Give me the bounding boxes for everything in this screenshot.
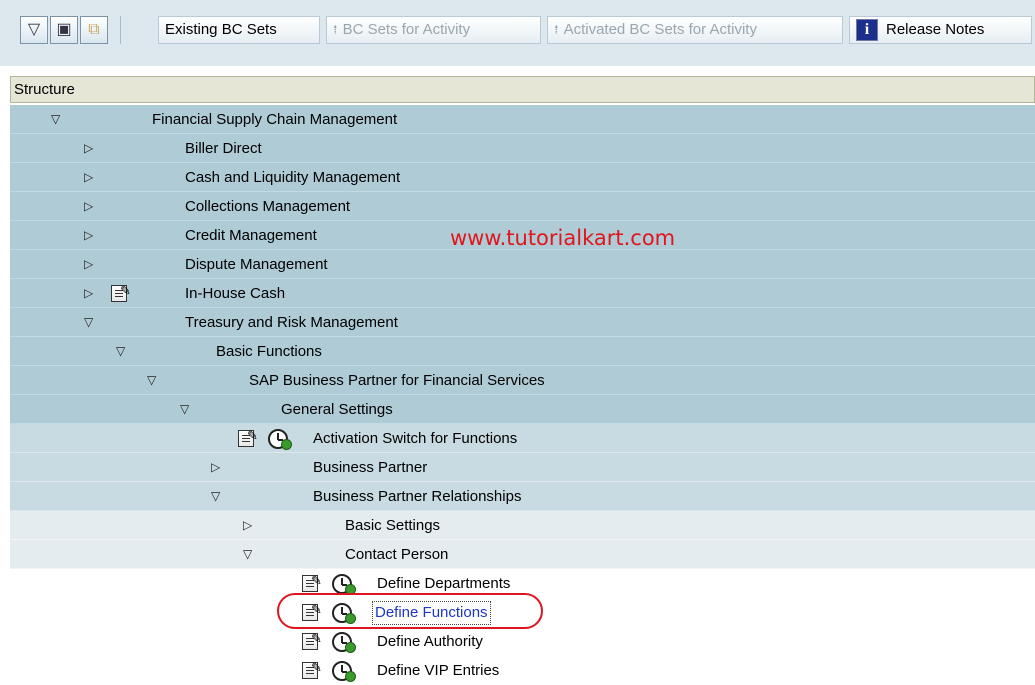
tree-row[interactable]: ▷ Cash and Liquidity Management: [10, 163, 1035, 192]
tree-row-label: Dispute Management: [185, 256, 328, 273]
tree-row-label: Credit Management: [185, 227, 317, 244]
tree-row[interactable]: Activation Switch for Functions: [10, 424, 1035, 453]
tree-row-label: Financial Supply Chain Management: [152, 111, 398, 128]
collapsed-triangle-icon[interactable]: ▷: [84, 163, 93, 192]
existing-bc-sets-button[interactable]: Existing BC Sets: [158, 16, 320, 44]
tree-row-label: Basic Functions: [216, 343, 322, 360]
expanded-triangle-icon[interactable]: ▽: [180, 395, 189, 424]
tree-row-label: Define Authority: [377, 633, 483, 650]
tree-row-label: Basic Settings: [345, 517, 441, 534]
activated-bc-sets-label: Activated BC Sets for Activity: [563, 21, 757, 38]
tree-row[interactable]: ▽ Treasury and Risk Management: [10, 308, 1035, 337]
collapsed-triangle-icon[interactable]: ▷: [211, 453, 220, 482]
collapsed-triangle-icon[interactable]: ▷: [84, 221, 93, 250]
tree-row[interactable]: ▷ Dispute Management: [10, 250, 1035, 279]
tree-row-label: Cash and Liquidity Management: [185, 169, 401, 186]
execute-check-icon: [345, 642, 356, 653]
tree-row[interactable]: ▽ Financial Supply Chain Management: [10, 105, 1035, 134]
collapsed-triangle-icon[interactable]: ▷: [84, 279, 93, 308]
copy-icon[interactable]: ⧉: [80, 16, 108, 44]
tree-row[interactable]: ▷ Basic Settings: [10, 511, 1035, 540]
release-notes-button[interactable]: i Release Notes: [849, 16, 1032, 44]
tree-row[interactable]: ▽ General Settings: [10, 395, 1035, 424]
expanded-triangle-icon[interactable]: ▽: [51, 105, 60, 134]
release-notes-label: Release Notes: [886, 21, 985, 38]
tree-row-label: SAP Business Partner for Financial Servi…: [249, 372, 545, 389]
tree-row[interactable]: Define VIP Entries: [10, 656, 1035, 685]
documentation-icon[interactable]: [302, 574, 322, 592]
tree-row-label: Contact Person: [345, 546, 449, 563]
expanded-triangle-icon[interactable]: ▽: [211, 482, 220, 511]
tree-row[interactable]: ▷ Biller Direct: [10, 134, 1035, 163]
tree-row-label: Biller Direct: [185, 140, 262, 157]
documentation-icon[interactable]: [111, 284, 131, 302]
expanded-triangle-icon[interactable]: ▽: [147, 366, 156, 395]
activated-bc-sets-button[interactable]: ⭫ Activated BC Sets for Activity: [547, 16, 843, 44]
documentation-icon[interactable]: [238, 429, 258, 447]
tree-row-label: Define VIP Entries: [377, 662, 500, 679]
tree-row[interactable]: ▽ SAP Business Partner for Financial Ser…: [10, 366, 1035, 395]
tree-row-label: Activation Switch for Functions: [313, 430, 518, 447]
tree-row[interactable]: ▽ Business Partner Relationships: [10, 482, 1035, 511]
documentation-icon[interactable]: [302, 632, 322, 650]
execute-check-icon: [281, 439, 292, 450]
expand-subtree-icon[interactable]: ▽: [20, 16, 48, 44]
bc-sets-for-activity-label: BC Sets for Activity: [342, 21, 471, 38]
documentation-icon[interactable]: [302, 661, 322, 679]
expanded-triangle-icon[interactable]: ▽: [84, 308, 93, 337]
tree-row-label: Business Partner Relationships: [313, 488, 522, 505]
tree-row-label: In-House Cash: [185, 285, 286, 302]
tree-row[interactable]: Define Authority: [10, 627, 1035, 656]
tree-row[interactable]: ▷ Business Partner: [10, 453, 1035, 482]
execute-check-icon: [345, 671, 356, 682]
info-icon: i: [856, 19, 878, 42]
bc-set-icon[interactable]: ▣: [50, 16, 78, 44]
tree-row-label: Treasury and Risk Management: [185, 314, 398, 331]
collapsed-triangle-icon[interactable]: ▷: [84, 192, 93, 221]
tree-row-label: Business Partner: [313, 459, 428, 476]
structure-tree: Structure ▽ Financial Supply Chain Manag…: [10, 76, 1035, 685]
collapsed-triangle-icon[interactable]: ▷: [84, 134, 93, 163]
tree-row-label: Collections Management: [185, 198, 351, 215]
watermark-text: www.tutorialkart.com: [450, 226, 676, 250]
tree-row[interactable]: ▽ Contact Person: [10, 540, 1035, 569]
activated-bc-set-pair-icon: ⭫: [554, 22, 559, 37]
expanded-triangle-icon[interactable]: ▽: [116, 337, 125, 366]
toolbar-separator: [120, 16, 121, 44]
application-toolbar: ▽ ▣ ⧉ Existing BC Sets ⭫ BC Sets for Acti…: [0, 0, 1035, 66]
tree-row[interactable]: ▽ Basic Functions: [10, 337, 1035, 366]
structure-header: Structure: [10, 76, 1035, 103]
tree-row[interactable]: ▷ Collections Management: [10, 192, 1035, 221]
expanded-triangle-icon[interactable]: ▽: [243, 540, 252, 569]
collapsed-triangle-icon[interactable]: ▷: [84, 250, 93, 279]
tree-row-label: General Settings: [281, 401, 393, 418]
highlight-annotation: [277, 593, 543, 629]
tree-row[interactable]: ▷ In-House Cash: [10, 279, 1035, 308]
collapsed-triangle-icon[interactable]: ▷: [243, 511, 252, 540]
bc-set-pair-icon: ⭫: [333, 22, 338, 37]
existing-bc-sets-label: Existing BC Sets: [165, 21, 277, 38]
bc-sets-for-activity-button[interactable]: ⭫ BC Sets for Activity: [326, 16, 541, 44]
